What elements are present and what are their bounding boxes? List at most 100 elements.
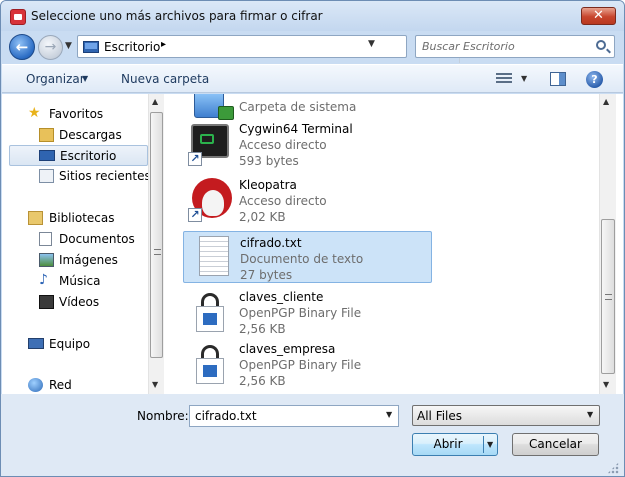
open-button-label[interactable]: Abrir (413, 434, 483, 455)
sidebar-item-label: Favoritos (49, 107, 104, 121)
close-button[interactable]: ✕ (581, 7, 616, 25)
sidebar-item-favoritos[interactable]: ★ Favoritos (2, 104, 148, 125)
file-size: 2,56 KB (239, 374, 286, 388)
terminal-shortcut-icon: ↗ (188, 120, 232, 166)
navigation-bar: ← → ▼ Escritorio ▸ ▼ ⇆ (1, 31, 624, 63)
scroll-up-icon[interactable]: ▲ (152, 97, 158, 106)
kleopatra-shortcut-icon: ↗ (188, 176, 232, 222)
file-list: Carpeta de sistema ↗ Cygwin64 Terminal A… (165, 94, 599, 394)
list-item[interactable]: claves_empresa OpenPGP Binary File 2,56 … (183, 338, 432, 390)
help-icon[interactable]: ? (586, 71, 603, 88)
desktop-icon (83, 41, 99, 53)
back-arrow-icon: ← (15, 38, 29, 56)
breadcrumb-chevron-icon[interactable]: ▸ (161, 39, 166, 50)
file-name: Kleopatra (239, 178, 297, 192)
file-type-filter-select[interactable]: All Files ▼ (412, 405, 600, 426)
forward-arrow-icon: → (44, 39, 57, 55)
file-type: OpenPGP Binary File (239, 306, 362, 320)
locked-file-icon (188, 288, 232, 334)
sidebar-item-label: Música (59, 274, 101, 288)
file-name: Cygwin64 Terminal (239, 122, 353, 136)
file-open-dialog: Seleccione uno más archivos para firmar … (0, 0, 625, 477)
address-bar[interactable]: Escritorio ▸ ▼ ⇆ (77, 35, 477, 63)
file-type: Acceso directo (239, 194, 327, 208)
file-name-label: Nombre: (137, 409, 189, 423)
scrollbar-thumb[interactable] (601, 219, 615, 374)
kleopatra-app-icon (10, 9, 26, 25)
search-input[interactable] (420, 38, 590, 55)
locked-file-icon (188, 340, 232, 386)
sidebar-item-red[interactable]: Red (2, 375, 148, 396)
content-area: ★ Favoritos Descargas Escritorio Sitios … (2, 94, 623, 394)
sidebar-item-label: Red (49, 378, 72, 392)
documents-icon (39, 232, 52, 246)
text-document-icon (189, 234, 233, 280)
star-icon: ★ (28, 105, 41, 121)
list-item[interactable]: claves_cliente OpenPGP Binary File 2,56 … (183, 286, 432, 338)
sidebar-item-label: Imágenes (59, 253, 118, 267)
file-size: 2,56 KB (239, 322, 286, 336)
scroll-up-icon[interactable]: ▲ (603, 97, 609, 106)
scrollbar-thumb[interactable] (150, 112, 163, 358)
file-name-combobox[interactable]: ▼ (189, 405, 399, 427)
preview-pane-icon[interactable] (550, 72, 566, 86)
cancel-button[interactable]: Cancelar (512, 433, 599, 456)
sidebar-item-escritorio[interactable]: Escritorio (9, 145, 148, 166)
music-icon: ♪ (39, 272, 48, 288)
file-type: Documento de texto (240, 252, 364, 266)
list-item-selected[interactable]: cifrado.txt Documento de texto 27 bytes (183, 231, 432, 283)
command-toolbar: Organizar ▼ Nueva carpeta ▼ ? (2, 64, 623, 93)
sidebar-item-label: Bibliotecas (49, 211, 115, 225)
sidebar-item-imagenes[interactable]: Imágenes (2, 250, 148, 271)
file-name: claves_empresa (239, 342, 336, 356)
sidebar-item-bibliotecas[interactable]: Bibliotecas (2, 208, 148, 229)
navigation-pane-scrollbar[interactable]: ▲ ▼ (148, 94, 164, 394)
list-item[interactable]: ↗ Cygwin64 Terminal Acceso directo 593 b… (183, 118, 432, 170)
file-name: cifrado.txt (240, 236, 302, 250)
libraries-icon (28, 211, 43, 225)
address-location[interactable]: Escritorio (104, 40, 160, 54)
file-name-dropdown-icon[interactable]: ▼ (386, 410, 392, 419)
sidebar-item-label: Descargas (59, 128, 122, 142)
organize-button[interactable]: Organizar (26, 72, 85, 86)
sidebar-item-equipo[interactable]: Equipo (2, 334, 148, 355)
open-button[interactable]: Abrir ▼ (412, 433, 498, 456)
address-dropdown-icon[interactable]: ▼ (368, 39, 375, 49)
change-view-icon[interactable] (496, 73, 512, 86)
sidebar-item-documentos[interactable]: Documentos (2, 229, 148, 250)
file-size: 593 bytes (239, 154, 299, 168)
dialog-footer: Nombre: ▼ All Files ▼ Abrir ▼ Cancelar (1, 394, 624, 476)
list-item[interactable]: ↗ Kleopatra Acceso directo 2,02 KB (183, 174, 432, 226)
file-type-filter-value[interactable]: All Files (417, 409, 462, 423)
sidebar-item-musica[interactable]: ♪ Música (2, 271, 148, 292)
organize-dropdown-icon[interactable]: ▼ (82, 74, 88, 83)
file-name-input[interactable] (193, 408, 373, 424)
file-list-scrollbar[interactable]: ▲ ▼ (599, 94, 616, 394)
search-box[interactable] (415, 35, 615, 58)
downloads-folder-icon (39, 128, 54, 142)
file-type: OpenPGP Binary File (239, 358, 362, 372)
sidebar-item-descargas[interactable]: Descargas (2, 125, 148, 146)
forward-button[interactable]: → (38, 35, 63, 60)
recent-locations-dropdown[interactable]: ▼ (65, 39, 77, 53)
sidebar-item-videos[interactable]: Vídeos (2, 292, 148, 313)
videos-icon (39, 295, 54, 309)
navigation-pane: ★ Favoritos Descargas Escritorio Sitios … (2, 94, 164, 394)
search-icon[interactable] (596, 40, 606, 50)
desktop-icon (39, 150, 55, 161)
resize-grip-icon[interactable] (607, 462, 619, 474)
open-dropdown-icon[interactable]: ▼ (487, 434, 493, 455)
back-button[interactable]: ← (9, 34, 35, 60)
sidebar-item-label: Escritorio (60, 149, 117, 163)
sidebar-item-label: Sitios recientes (59, 169, 151, 183)
sidebar-item-sitios-recientes[interactable]: Sitios recientes (2, 166, 151, 187)
scroll-down-icon[interactable]: ▼ (152, 380, 158, 389)
window-title: Seleccione uno más archivos para firmar … (31, 9, 323, 23)
pictures-icon (39, 253, 54, 267)
scroll-down-icon[interactable]: ▼ (603, 380, 609, 389)
view-options-dropdown-icon[interactable]: ▼ (521, 74, 527, 83)
filter-dropdown-icon[interactable]: ▼ (587, 410, 593, 419)
new-folder-button[interactable]: Nueva carpeta (121, 72, 209, 86)
file-type: Carpeta de sistema (239, 100, 357, 114)
sidebar-item-label: Equipo (49, 337, 91, 351)
